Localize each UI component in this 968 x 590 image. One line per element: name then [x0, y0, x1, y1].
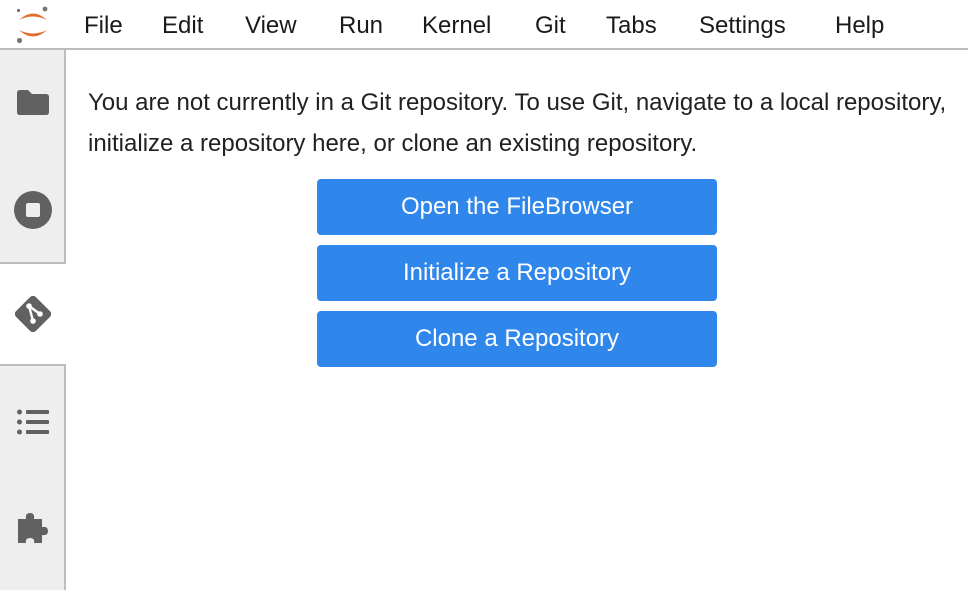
jupyter-logo-icon — [12, 4, 54, 46]
jupyterlab-window: File Edit View Run Kernel Git Tabs Setti… — [0, 0, 968, 590]
not-in-repo-message: You are not currently in a Git repositor… — [88, 89, 947, 157]
sidebar-tab-extension-manager[interactable] — [0, 476, 66, 580]
git-panel: You are not currently in a Git repositor… — [66, 52, 968, 590]
clone-repository-button[interactable]: Clone a Repository — [317, 311, 717, 367]
menu-kernel[interactable]: Kernel — [422, 11, 491, 41]
running-stop-icon — [13, 190, 53, 230]
open-filebrowser-button[interactable]: Open the FileBrowser — [317, 179, 717, 235]
sidebar-tab-table-of-contents[interactable] — [0, 370, 66, 474]
menu-edit[interactable]: Edit — [162, 11, 203, 41]
menu-settings[interactable]: Settings — [699, 11, 786, 41]
menu-run[interactable]: Run — [339, 11, 383, 41]
menu-bar: File Edit View Run Kernel Git Tabs Setti… — [0, 0, 968, 50]
menu-tabs[interactable]: Tabs — [606, 11, 657, 41]
initialize-repository-button[interactable]: Initialize a Repository — [317, 245, 717, 301]
sidebar-tab-file-browser[interactable] — [0, 50, 66, 154]
sidebar-tab-git[interactable] — [0, 262, 66, 366]
menu-view[interactable]: View — [245, 11, 297, 41]
extension-puzzle-icon — [14, 509, 52, 547]
git-icon — [12, 293, 54, 335]
menu-file[interactable]: File — [84, 11, 123, 41]
menu-git[interactable]: Git — [535, 11, 566, 41]
menu-help[interactable]: Help — [835, 11, 884, 41]
table-of-contents-icon — [16, 407, 50, 437]
sidebar-tab-running[interactable] — [0, 158, 66, 262]
folder-icon — [15, 87, 51, 117]
